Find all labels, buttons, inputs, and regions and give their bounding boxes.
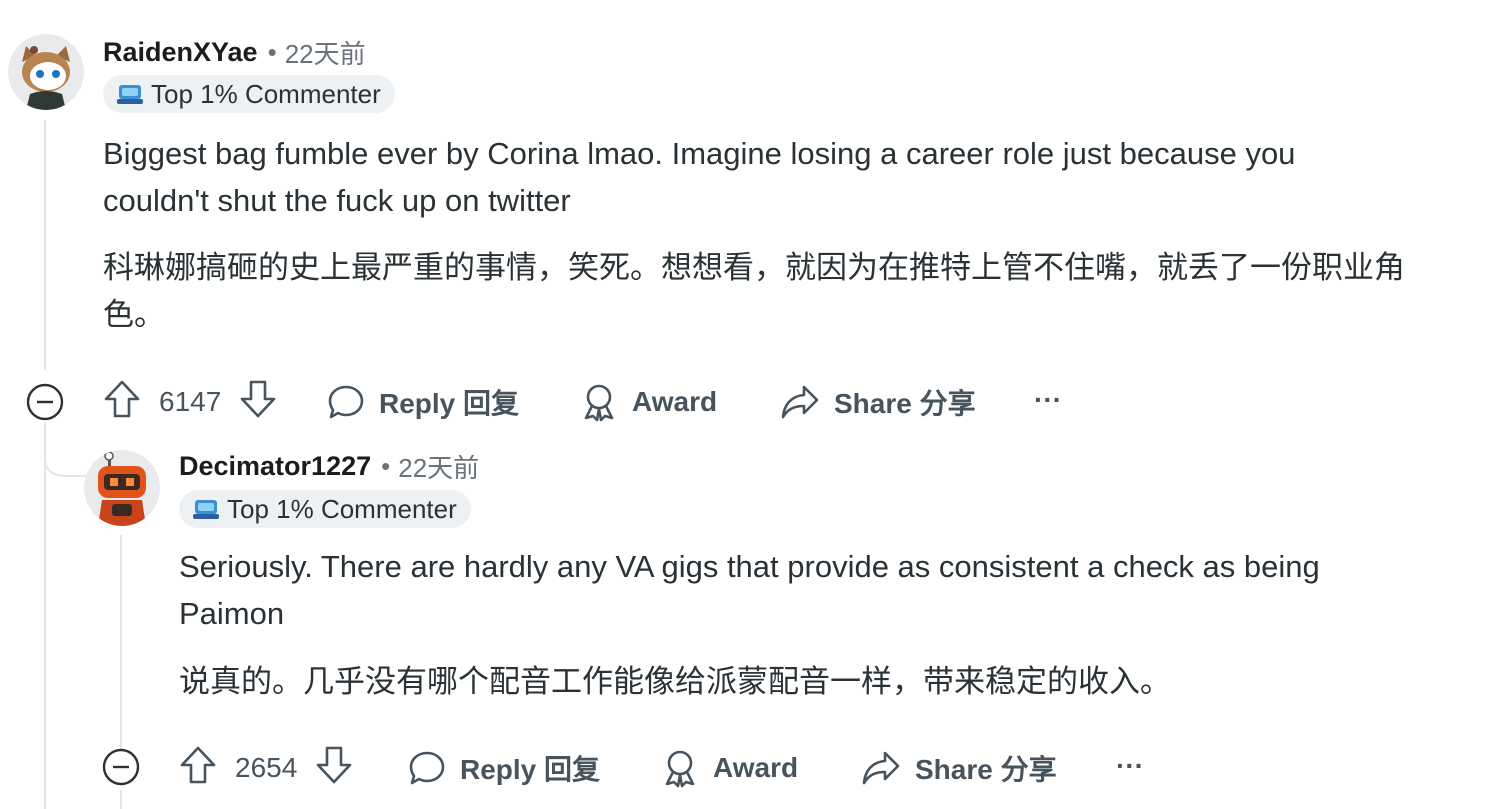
share-button[interactable]: Share 分享: [861, 746, 1057, 790]
vote-count: 6147: [159, 386, 222, 417]
separator: •: [381, 451, 391, 481]
upvote-button[interactable]: [179, 745, 217, 792]
upvote-icon: [104, 380, 140, 417]
collapse-icon: [26, 383, 64, 421]
collapse-button[interactable]: [26, 383, 64, 426]
downvote-button[interactable]: [239, 379, 277, 426]
comment-icon: [328, 385, 364, 419]
badge-label: Top 1% Commenter: [227, 493, 457, 524]
award-label: Award: [713, 752, 799, 783]
timestamp[interactable]: 22天前: [398, 448, 479, 485]
comment-text-en: Biggest bag fumble ever by Corina lmao. …: [103, 136, 1296, 218]
collapse-button[interactable]: [102, 748, 140, 791]
badge-icon: [193, 500, 219, 519]
downvote-icon: [240, 380, 276, 417]
timestamp[interactable]: 22天前: [285, 34, 366, 71]
reply-button[interactable]: Reply 回复: [327, 380, 519, 424]
upvote-icon: [180, 746, 216, 783]
thread-line[interactable]: [120, 535, 122, 750]
badge-label: Top 1% Commenter: [151, 78, 381, 109]
reply-label: Reply 回复: [460, 754, 601, 785]
comment-text-zh: 科琳娜搞砸的史上最严重的事情，笑死。想想看，就因为在推特上管不住嘴，就丢了一份职…: [103, 250, 1405, 332]
collapse-icon: [102, 748, 140, 786]
avatar[interactable]: [84, 450, 160, 526]
downvote-button[interactable]: [315, 745, 353, 792]
vote-count: 2654: [235, 752, 298, 783]
award-button[interactable]: Award: [661, 746, 798, 790]
share-icon: [781, 385, 819, 419]
share-label: Share 分享: [915, 754, 1057, 785]
award-icon: [584, 384, 614, 422]
comment-text-zh: 说真的。几乎没有哪个配音工作能像给派蒙配音一样，带来稳定的收入。: [179, 664, 1171, 699]
commenter-badge[interactable]: Top 1% Commenter: [179, 490, 471, 528]
award-button[interactable]: Award: [580, 380, 717, 424]
upvote-button[interactable]: [103, 379, 141, 426]
share-icon: [862, 751, 900, 785]
award-icon: [665, 750, 695, 788]
thread-line[interactable]: [120, 790, 122, 809]
more-icon: ···: [1116, 750, 1144, 781]
award-label: Award: [632, 386, 718, 417]
share-label: Share 分享: [834, 388, 976, 419]
more-options-button[interactable]: ···: [1034, 380, 1062, 420]
separator: •: [267, 37, 277, 67]
downvote-icon: [316, 746, 352, 783]
comment-icon: [409, 751, 445, 785]
comment-text-en: Seriously. There are hardly any VA gigs …: [179, 549, 1320, 631]
more-options-button[interactable]: ···: [1116, 746, 1144, 786]
share-button[interactable]: Share 分享: [780, 380, 976, 424]
reply-button[interactable]: Reply 回复: [408, 746, 600, 790]
username[interactable]: Decimator1227: [179, 451, 371, 482]
thread-line[interactable]: [44, 120, 46, 370]
more-icon: ···: [1034, 384, 1062, 415]
badge-icon: [117, 85, 143, 104]
reply-label: Reply 回复: [379, 388, 520, 419]
commenter-badge[interactable]: Top 1% Commenter: [103, 75, 395, 113]
thread-line[interactable]: [44, 422, 46, 809]
username[interactable]: RaidenXYae: [103, 37, 258, 68]
avatar[interactable]: [8, 34, 84, 110]
